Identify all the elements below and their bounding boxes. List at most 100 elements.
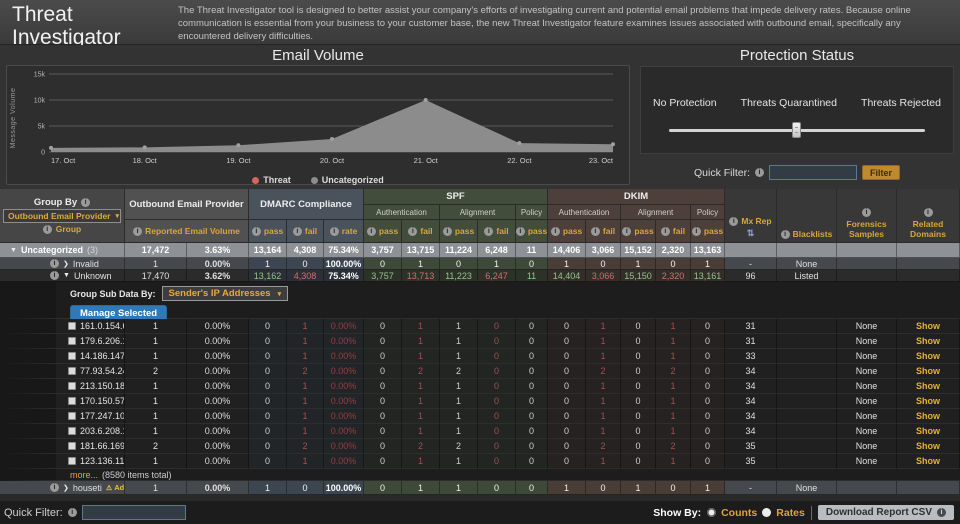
col-header-spf-pass: ipass — [364, 220, 402, 243]
show-related-domains-link[interactable]: Show — [916, 411, 940, 421]
ip-volume-rate: 0.00% — [187, 394, 249, 409]
show-related-domains-link[interactable]: Show — [916, 426, 940, 436]
slider-track[interactable] — [669, 129, 925, 132]
download-report-csv-button[interactable]: Download Report CSV i — [818, 505, 954, 520]
ip-dmarc-pass: 0 — [249, 394, 287, 409]
group-by-dropdown[interactable]: Outbound Email Provider▾ — [3, 209, 121, 223]
ip-dkim-pass: 0 — [621, 364, 656, 379]
ip-address: 77.93.54.244 — [80, 366, 125, 376]
ip-spf-pass: 0 — [364, 439, 402, 454]
sub-group-dropdown[interactable]: Sender's IP Addresses▾ — [162, 286, 289, 301]
show-related-domains-link[interactable]: Show — [916, 396, 940, 406]
row-uncategorized-name[interactable]: ▼Uncategorized(3) — [0, 243, 125, 258]
legend-label: Threat — [263, 175, 291, 185]
info-icon[interactable]: i — [50, 271, 59, 280]
ip-blacklists — [777, 454, 837, 469]
info-icon[interactable]: i — [551, 227, 560, 236]
info-icon[interactable]: i — [862, 208, 871, 217]
chart-legend: Threat Uncategorized — [7, 173, 629, 187]
ip-spf-pass: 0 — [516, 409, 548, 424]
info-icon[interactable]: i — [622, 227, 631, 236]
sort-icon[interactable]: ⇅ — [747, 229, 755, 239]
show-related-domains-link[interactable]: Show — [916, 321, 940, 331]
show-by-counts-radio[interactable] — [707, 508, 716, 517]
ip-row-checkbox[interactable] — [68, 337, 76, 345]
info-icon[interactable]: i — [781, 230, 790, 239]
show-related-domains-link[interactable]: Show — [916, 351, 940, 361]
quick-filter-input[interactable] — [769, 165, 857, 180]
ip-row-checkbox[interactable] — [68, 457, 76, 465]
info-icon[interactable]: i — [81, 198, 90, 207]
ip-row-checkbox[interactable] — [68, 412, 76, 420]
row-invalid-spf-pass: 0 — [516, 258, 548, 270]
show-related-domains-link[interactable]: Show — [916, 441, 940, 451]
info-icon[interactable]: i — [50, 259, 59, 268]
show-related-domains-link[interactable]: Show — [916, 456, 940, 466]
row-unknown-spf-pass: 11,223 — [440, 270, 478, 282]
info-icon[interactable]: i — [729, 217, 738, 226]
ip-dkim-pass: 0 — [548, 334, 586, 349]
show-by-counts-label[interactable]: Counts — [721, 507, 757, 519]
ip-related: Show — [897, 454, 960, 469]
row-invalid-name[interactable]: i❯Invalid — [0, 258, 125, 270]
show-by-rates-label[interactable]: Rates — [776, 507, 805, 519]
expand-arrow[interactable]: ▼ — [10, 247, 17, 254]
ip-spf-fail: 0 — [478, 409, 516, 424]
info-icon[interactable]: i — [924, 208, 933, 217]
quick-filter-input-bottom[interactable] — [82, 505, 186, 520]
slider-handle[interactable] — [792, 122, 801, 138]
info-icon[interactable]: i — [516, 227, 525, 236]
row-houseti-spf-fail: 0 — [478, 481, 516, 495]
info-icon[interactable]: i — [293, 227, 302, 236]
info-icon[interactable]: i — [591, 227, 600, 236]
legend-item-threat[interactable]: Threat — [252, 175, 291, 185]
row-invalid-dmarc-fail: 0 — [287, 258, 324, 270]
info-icon[interactable]: i — [661, 227, 670, 236]
ip-forensics: None — [837, 439, 897, 454]
ip-row-checkbox[interactable] — [68, 322, 76, 330]
ip-row-name: 203.6.208.169 — [0, 424, 125, 439]
info-icon[interactable]: i — [330, 227, 339, 236]
show-related-domains-link[interactable]: Show — [916, 366, 940, 376]
row-uncategorized-dkim-pass: 15,152 — [621, 243, 656, 258]
more-link[interactable]: more... — [70, 470, 98, 480]
row-unknown-name[interactable]: i▼Unknown — [0, 270, 125, 282]
row-uncategorized-spf-fail: 6,248 — [478, 243, 516, 258]
expand-arrow[interactable]: ❯ — [63, 260, 69, 268]
info-icon[interactable]: i — [133, 227, 142, 236]
ip-row-checkbox[interactable] — [68, 382, 76, 390]
expand-arrow[interactable]: ❯ — [63, 484, 69, 492]
ip-row-checkbox[interactable] — [68, 367, 76, 375]
info-icon[interactable]: i — [68, 508, 77, 517]
show-related-domains-link[interactable]: Show — [916, 336, 940, 346]
info-icon[interactable]: i — [484, 227, 493, 236]
info-icon[interactable]: i — [252, 227, 261, 236]
info-icon[interactable]: i — [50, 483, 59, 492]
spf-policy-header: Policy — [516, 205, 548, 220]
adjust-warning-badge[interactable]: ⚠Adjust — [106, 483, 125, 492]
legend-item-uncategorized[interactable]: Uncategorized — [311, 175, 384, 185]
info-icon[interactable]: i — [443, 227, 452, 236]
ip-dkim-pass: 0 — [621, 379, 656, 394]
info-icon[interactable]: i — [408, 227, 417, 236]
row-houseti-name[interactable]: i❯houseti⚠Adjust — [0, 481, 125, 495]
expand-arrow[interactable]: ▼ — [63, 272, 70, 279]
show-by-rates-radio[interactable] — [762, 508, 771, 517]
ip-row-checkbox[interactable] — [68, 397, 76, 405]
ip-spf-fail: 0 — [478, 349, 516, 364]
ip-mx-rep: 34 — [725, 394, 777, 409]
ip-dkim-pass: 0 — [691, 364, 725, 379]
ip-mx-rep: 31 — [725, 319, 777, 334]
show-related-domains-link[interactable]: Show — [916, 381, 940, 391]
ip-row-checkbox[interactable] — [68, 352, 76, 360]
info-icon[interactable]: i — [755, 168, 764, 177]
row-invalid-dkim-pass: 1 — [691, 258, 725, 270]
info-icon[interactable]: i — [367, 227, 376, 236]
filter-button[interactable]: Filter — [862, 165, 900, 180]
info-icon[interactable]: i — [937, 508, 946, 517]
ip-row-checkbox[interactable] — [68, 442, 76, 450]
col-header-dmarc-rate: irate — [324, 220, 364, 243]
info-icon[interactable]: i — [43, 225, 52, 234]
ip-row-checkbox[interactable] — [68, 427, 76, 435]
info-icon[interactable]: i — [692, 227, 701, 236]
